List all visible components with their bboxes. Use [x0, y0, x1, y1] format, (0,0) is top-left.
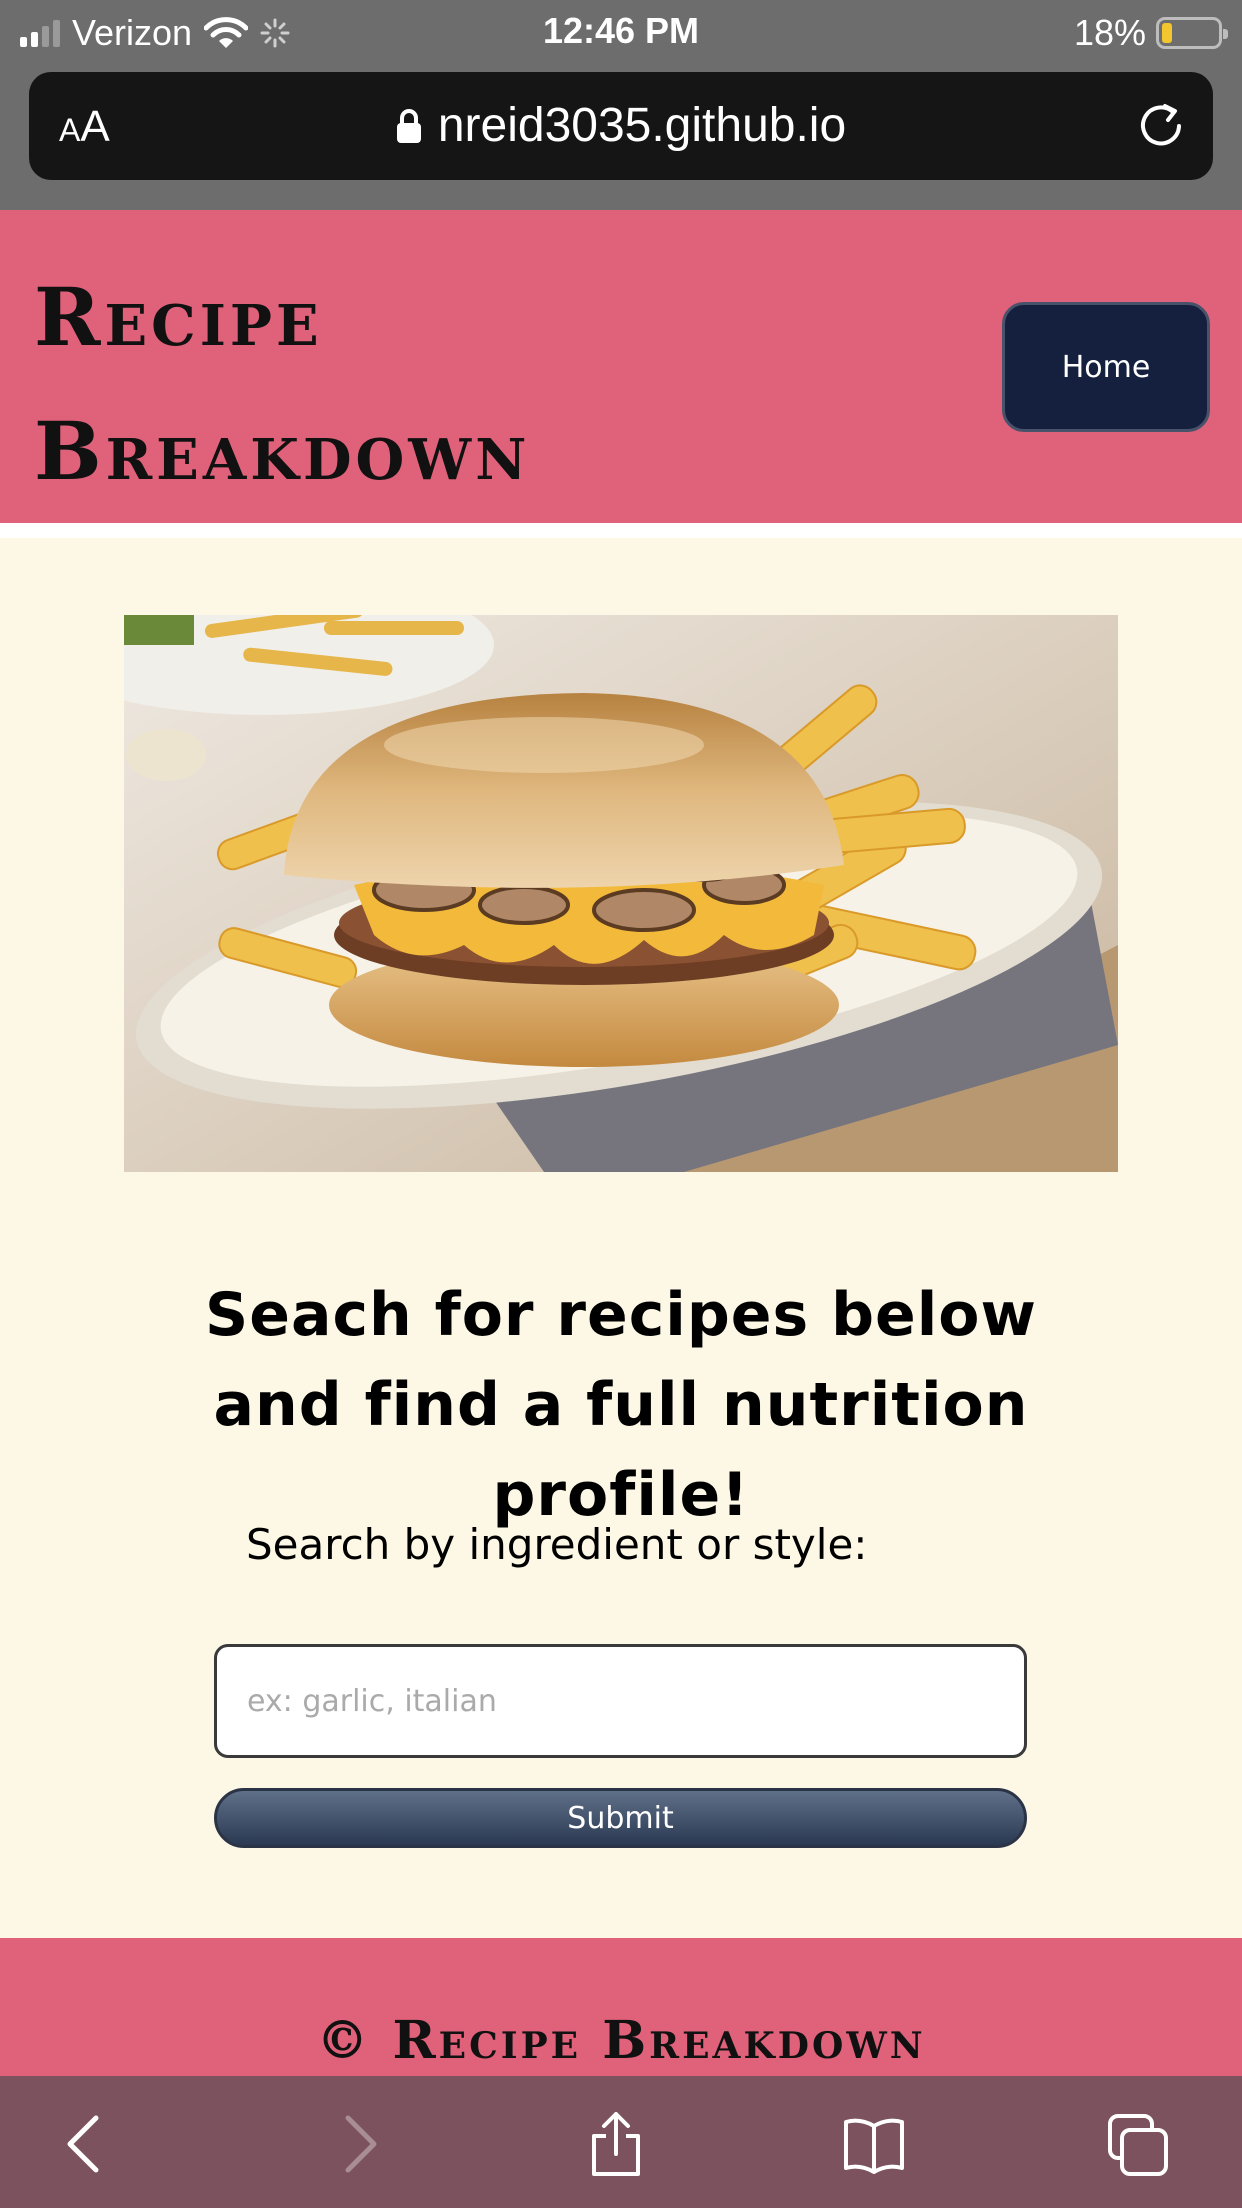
status-time: 12:46 PM: [542, 10, 700, 51]
tagline: Seach for recipes below and find a full …: [205, 1280, 1037, 1530]
hero-burger-image: [124, 615, 1118, 1172]
share-icon[interactable]: [584, 2112, 648, 2176]
main-content: Seach for recipes below and find a full …: [0, 538, 1242, 1938]
burger-illustration: [124, 615, 1118, 1172]
url-field[interactable]: AA nreid3035.github.io: [29, 72, 1213, 180]
site-title: Recipe Breakdown: [34, 270, 531, 498]
footer-copyright: © Recipe Breakdown: [316, 2010, 926, 2071]
site-footer: © Recipe Breakdown: [0, 1938, 1242, 2076]
search-input[interactable]: [214, 1644, 1027, 1758]
search-label: Search by ingredient or style:: [246, 1520, 868, 1569]
lock-icon: [396, 108, 421, 143]
url-text: nreid3035.github.io: [437, 99, 847, 152]
tabs-icon[interactable]: [1106, 2112, 1170, 2176]
url-display[interactable]: nreid3035.github.io: [29, 98, 1213, 153]
back-icon[interactable]: [56, 2112, 120, 2176]
forward-icon[interactable]: [324, 2112, 388, 2176]
site-header: Recipe Breakdown Home: [0, 210, 1242, 523]
battery-level: [1162, 23, 1172, 43]
bookmarks-icon[interactable]: [842, 2112, 906, 2176]
browser-address-bar: AA nreid3035.github.io: [0, 62, 1242, 210]
battery-icon: [1156, 17, 1228, 49]
reload-icon[interactable]: [1135, 100, 1187, 152]
battery-percent: 18%: [1073, 12, 1146, 53]
status-right: 18%: [1073, 12, 1228, 54]
header-divider: [0, 523, 1242, 538]
browser-toolbar: [0, 2076, 1242, 2208]
home-button[interactable]: Home: [1002, 302, 1210, 432]
submit-button[interactable]: Submit: [214, 1788, 1027, 1848]
status-bar: Verizon 12:46 PM 18%: [0, 0, 1242, 62]
